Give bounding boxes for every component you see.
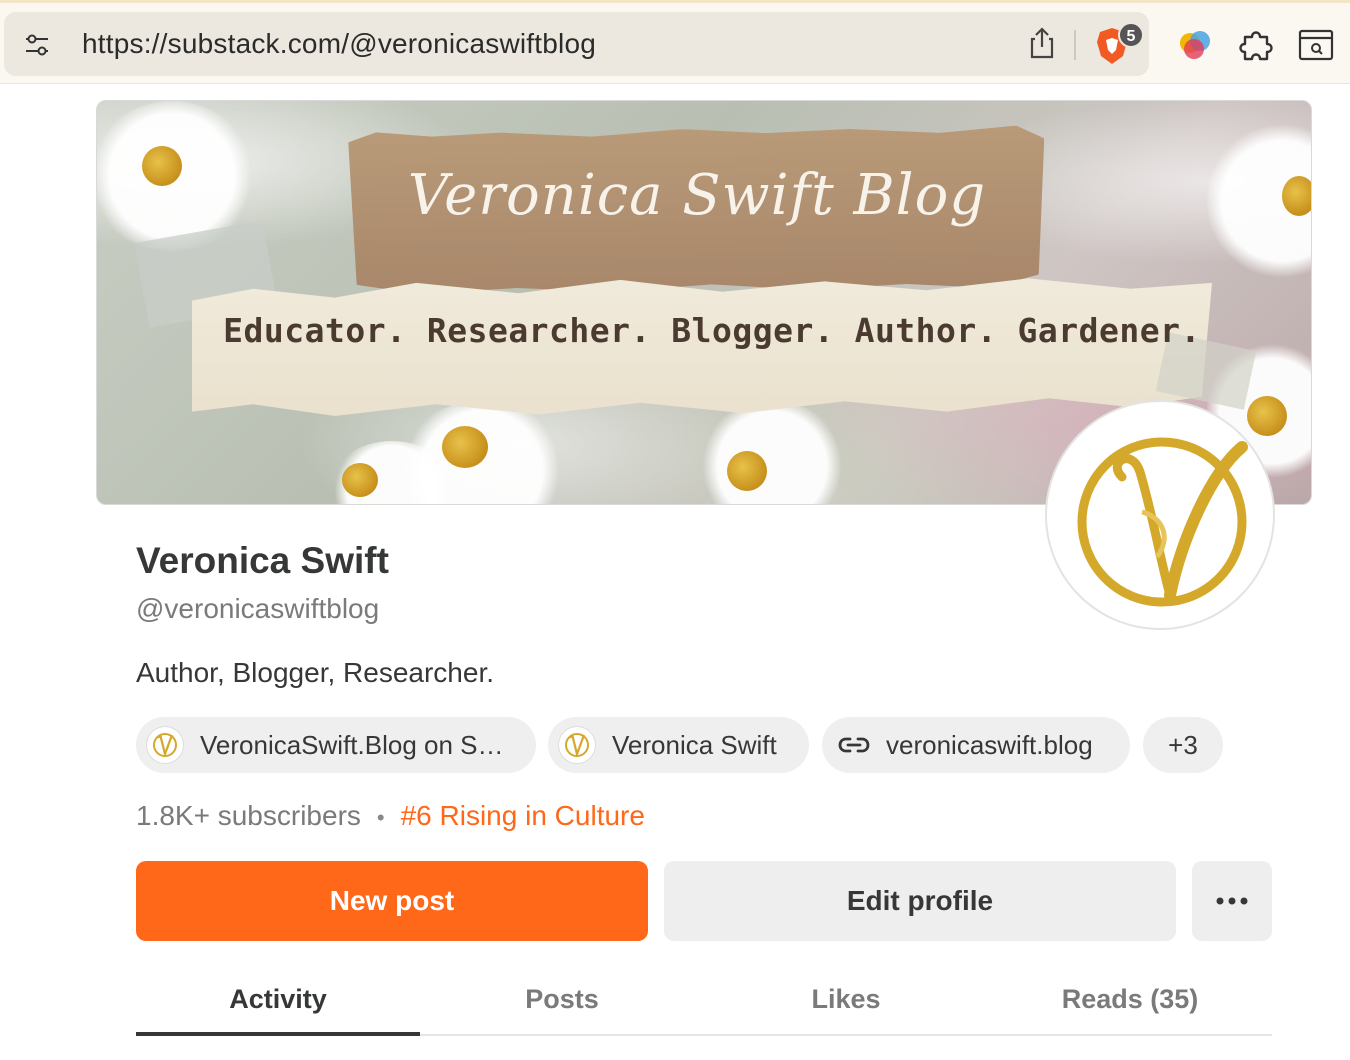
v-logo-icon xyxy=(1077,437,1248,607)
more-links-chip[interactable]: +3 xyxy=(1143,717,1223,773)
browser-toolbar: https://substack.com/@veronicaswiftblog … xyxy=(0,0,1350,84)
profile-name: Veronica Swift xyxy=(136,540,389,581)
profile-handle: @veronicaswiftblog xyxy=(136,593,380,624)
banner-tagline: Educator. Researcher. Blogger. Author. G… xyxy=(223,311,1201,350)
daisy-center-decoration xyxy=(727,451,767,491)
daisy-center-decoration xyxy=(142,146,182,186)
rising-rank-link[interactable]: #6 Rising in Culture xyxy=(401,800,645,831)
profile-chip[interactable]: Veronica Swift xyxy=(548,717,809,773)
new-post-button[interactable]: New post xyxy=(136,861,648,941)
more-options-button[interactable] xyxy=(1192,861,1272,941)
daisy-decoration xyxy=(697,401,847,504)
chip-label: Veronica Swift xyxy=(612,729,777,760)
brave-badge-count: 5 xyxy=(1118,22,1144,48)
profile-stats: 1.8K+ subscribers • #6 Rising in Culture xyxy=(136,800,645,832)
tab-posts[interactable]: Posts xyxy=(420,966,704,1034)
link-icon xyxy=(838,737,870,753)
url-separator xyxy=(1074,30,1076,60)
tab-reads[interactable]: Reads (35) xyxy=(988,966,1272,1034)
profile-bio: Author, Blogger, Researcher. xyxy=(136,657,494,688)
profile-tabs: Activity Posts Likes Reads (35) xyxy=(136,966,1272,1036)
edit-profile-button[interactable]: Edit profile xyxy=(664,861,1176,941)
share-icon[interactable] xyxy=(1026,26,1058,60)
more-options-icon xyxy=(1216,897,1248,905)
chip-label: VeronicaSwift.Blog on S… xyxy=(200,729,504,760)
puzzle-icon[interactable] xyxy=(1237,25,1277,65)
stats-separator: • xyxy=(376,805,385,830)
tab-activity[interactable]: Activity xyxy=(136,966,420,1036)
v-logo-icon xyxy=(558,726,596,764)
v-logo-icon xyxy=(146,726,184,764)
publication-chip[interactable]: VeronicaSwift.Blog on S… xyxy=(136,717,536,773)
extension-icon[interactable] xyxy=(1176,27,1216,63)
banner-title: Veronica Swift Blog xyxy=(407,163,987,228)
chip-label: +3 xyxy=(1168,729,1198,760)
daisy-center-decoration xyxy=(1282,176,1311,216)
subscriber-count: 1.8K+ subscribers xyxy=(136,800,361,831)
chip-label: veronicaswift.blog xyxy=(886,729,1093,760)
daisy-center-decoration xyxy=(342,463,378,497)
reader-mode-icon[interactable] xyxy=(1296,27,1336,63)
tab-likes[interactable]: Likes xyxy=(704,966,988,1034)
daisy-center-decoration xyxy=(442,426,488,468)
avatar[interactable] xyxy=(1045,400,1275,630)
tune-icon[interactable] xyxy=(24,32,50,58)
url-text[interactable]: https://substack.com/@veronicaswiftblog xyxy=(82,28,596,60)
website-link-chip[interactable]: veronicaswift.blog xyxy=(822,717,1130,773)
address-bar[interactable]: https://substack.com/@veronicaswiftblog … xyxy=(4,12,1149,76)
